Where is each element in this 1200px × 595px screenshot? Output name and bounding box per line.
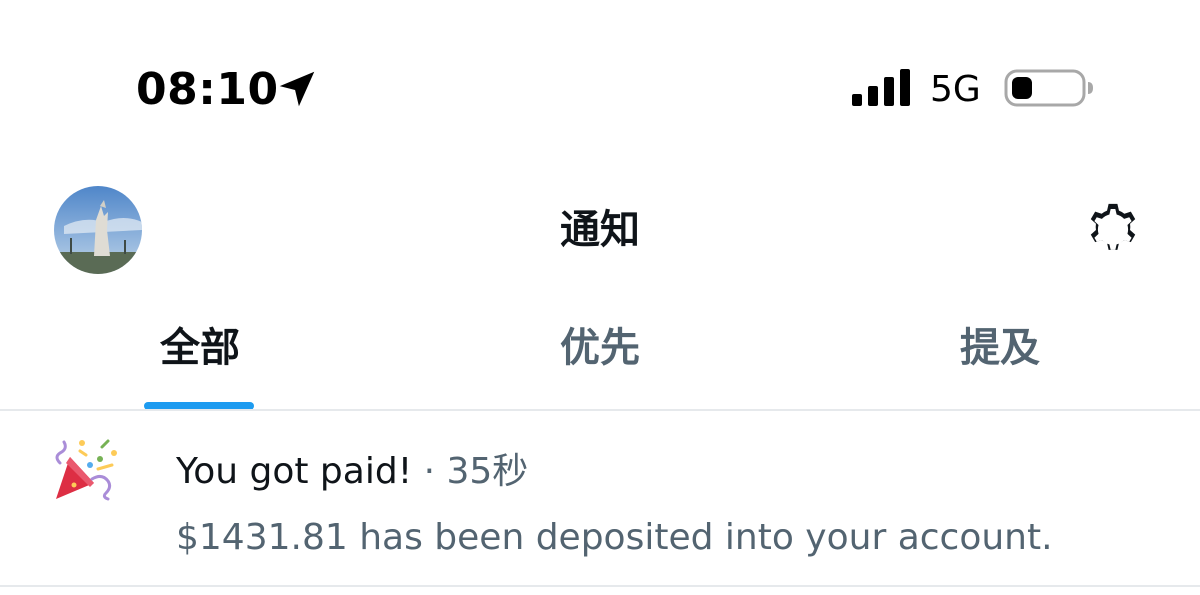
- page-title: 通知: [560, 207, 640, 253]
- notification-body: $1431.81 has been deposited into your ac…: [176, 517, 1053, 558]
- party-popper-icon: [55, 439, 117, 501]
- divider: [0, 585, 1200, 587]
- notification-title: You got paid!: [176, 451, 413, 492]
- tab-label: 提及: [960, 325, 1040, 371]
- location-arrow-icon: [279, 71, 315, 107]
- network-type-label: 5G: [930, 69, 981, 110]
- tab-label: 优先: [560, 325, 640, 371]
- avatar-image: [54, 186, 142, 274]
- tab-priority[interactable]: 优先: [400, 300, 800, 410]
- status-bar: 08:10 5G: [0, 0, 1200, 180]
- tab-mentions[interactable]: 提及: [800, 300, 1200, 410]
- tab-bar: 全部 优先 提及: [0, 300, 1200, 410]
- notification-time: 35秒: [446, 451, 529, 492]
- notification-header: You got paid! · 35秒: [176, 449, 528, 495]
- battery-icon: [1004, 69, 1093, 107]
- avatar[interactable]: [54, 186, 142, 274]
- cellular-signal-icon: [852, 69, 910, 106]
- status-time: 08:10: [136, 64, 279, 115]
- tab-label: 全部: [160, 325, 240, 371]
- separator-dot: ·: [423, 451, 436, 492]
- tab-all[interactable]: 全部: [0, 300, 400, 410]
- notification-item[interactable]: You got paid! · 35秒 $1431.81 has been de…: [0, 411, 1200, 585]
- gear-icon[interactable]: [1082, 200, 1144, 262]
